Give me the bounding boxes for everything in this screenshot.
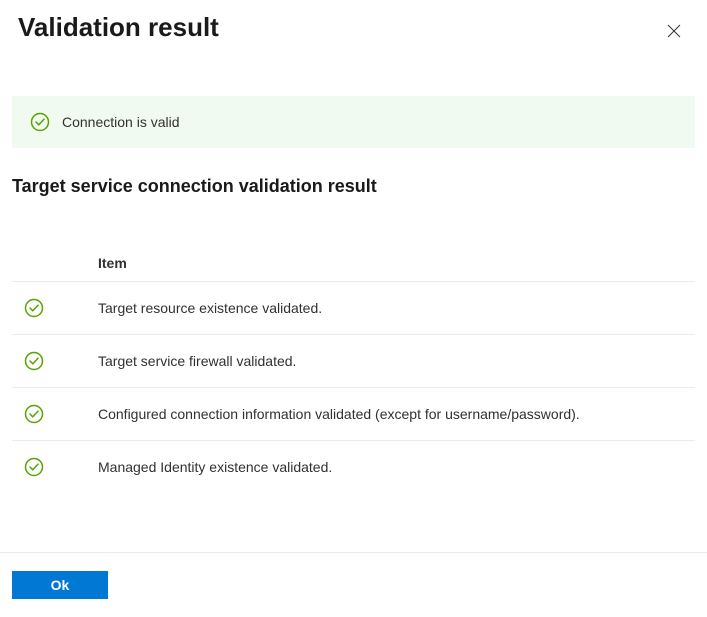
- section-title: Target service connection validation res…: [12, 176, 695, 197]
- table-header-item-col: Item: [98, 255, 695, 271]
- close-button[interactable]: [659, 16, 689, 46]
- success-check-icon: [30, 112, 50, 132]
- table-header-row: Item: [12, 247, 695, 281]
- row-status-cell: [12, 404, 98, 424]
- row-item-text: Managed Identity existence validated.: [98, 459, 695, 475]
- row-item-text: Target resource existence validated.: [98, 300, 695, 316]
- close-icon: [667, 24, 681, 38]
- success-check-icon: [24, 404, 44, 424]
- ok-button[interactable]: Ok: [12, 571, 108, 599]
- table-row: Configured connection information valida…: [12, 387, 695, 440]
- success-check-icon: [24, 457, 44, 477]
- row-item-text: Configured connection information valida…: [98, 406, 695, 422]
- status-message: Connection is valid: [62, 114, 180, 130]
- table-row: Managed Identity existence validated.: [12, 440, 695, 493]
- dialog-title: Validation result: [18, 12, 219, 43]
- row-status-cell: [12, 298, 98, 318]
- status-banner: Connection is valid: [12, 96, 695, 148]
- row-status-cell: [12, 457, 98, 477]
- row-item-text: Target service firewall validated.: [98, 353, 695, 369]
- table-row: Target resource existence validated.: [12, 281, 695, 334]
- table-header-status-col: [12, 255, 98, 271]
- success-check-icon: [24, 351, 44, 371]
- table-row: Target service firewall validated.: [12, 334, 695, 387]
- validation-table: Item Target resource existence validated…: [12, 247, 695, 493]
- dialog-header: Validation result: [0, 0, 707, 46]
- row-status-cell: [12, 351, 98, 371]
- success-check-icon: [24, 298, 44, 318]
- dialog-footer: Ok: [0, 552, 707, 617]
